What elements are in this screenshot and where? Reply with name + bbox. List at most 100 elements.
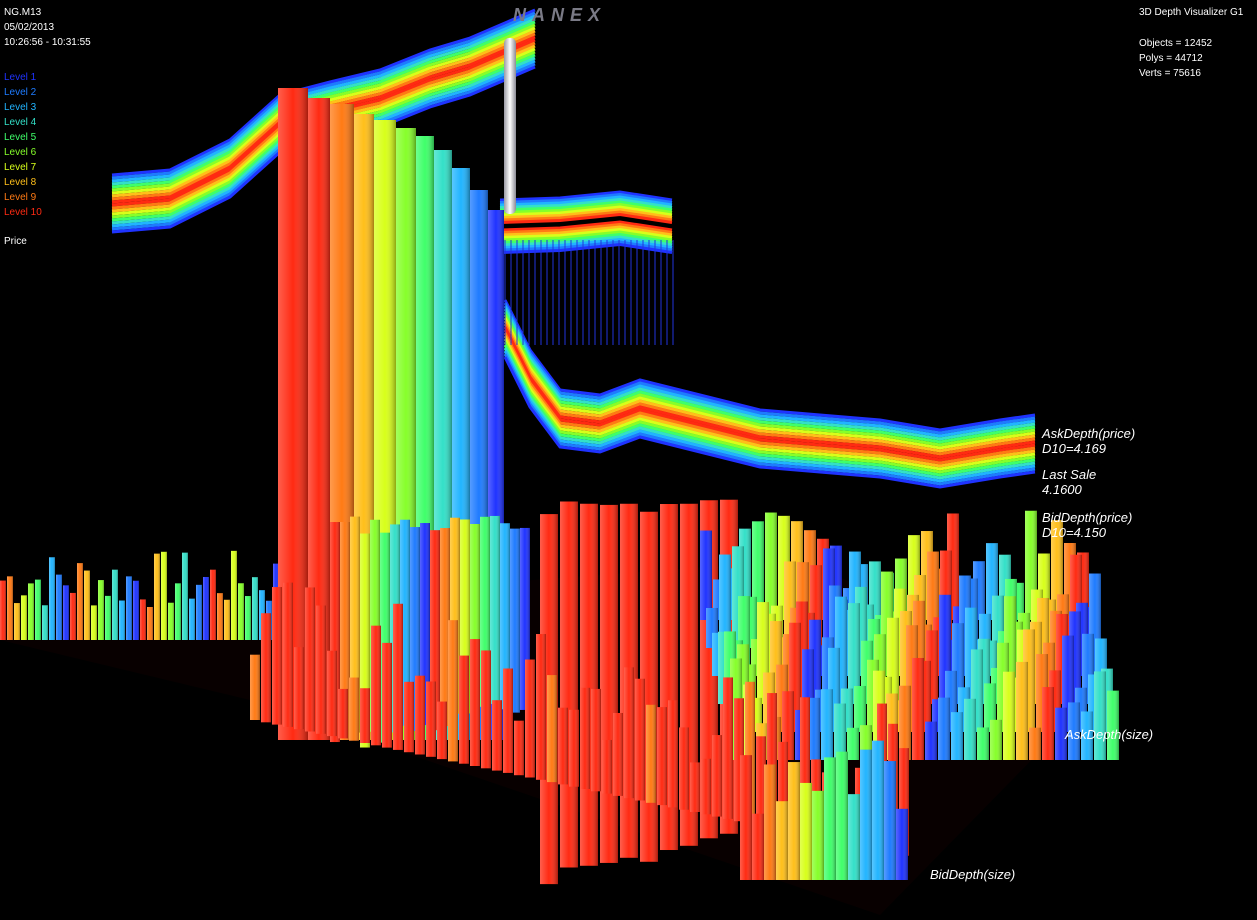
depth-bar-shading — [112, 569, 118, 640]
depth-bar-shading — [668, 700, 678, 808]
depth-bar-shading — [217, 593, 223, 640]
depth-bar-shading — [147, 606, 153, 640]
depth-bar-shading — [316, 605, 326, 734]
depth-bar-shading — [1029, 727, 1041, 760]
ask-depth-size-label: AskDepth(size) — [1065, 727, 1154, 742]
depth-bar-shading — [776, 801, 788, 880]
depth-bar-shading — [305, 587, 315, 732]
level-legend-item: Level 10 — [4, 207, 42, 218]
level-legend-item: Level 5 — [4, 132, 37, 143]
depth-bar-shading — [1042, 687, 1054, 760]
depth-bar-shading — [459, 655, 469, 764]
ask-depth-price-label: AskDepth(price) — [1042, 426, 1136, 441]
depth-bar-shading — [490, 515, 500, 704]
depth-bar-shading — [84, 570, 90, 640]
depth-bar-shading — [49, 557, 55, 640]
depth-bar-shading — [196, 584, 202, 640]
depth-bar-shading — [712, 735, 722, 817]
depth-bar-shading — [580, 503, 598, 866]
depth-bar-shading — [525, 659, 535, 778]
depth-bar-shading — [261, 613, 271, 723]
level-legend-item: Level 9 — [4, 192, 37, 203]
depth-bar-shading — [98, 580, 104, 640]
depth-bar-shading — [56, 574, 62, 640]
level-legend-item: Level 4 — [4, 117, 37, 128]
ask-depth-price-annotation: AskDepth(price) D10=4.169 — [1042, 426, 1135, 456]
bid-depth-size-label: BidDepth(size) — [930, 867, 1016, 882]
level-legend-item: Level 3 — [4, 102, 37, 113]
depth-bar-shading — [602, 739, 612, 794]
depth-bar-shading — [119, 600, 125, 640]
depth-bar-shading — [168, 602, 174, 640]
depth-bar-shading — [536, 634, 546, 780]
depth-bar-shading — [252, 577, 258, 640]
polys-count: Polys = 44712 — [1139, 53, 1203, 64]
depth-bar-shading — [547, 675, 557, 783]
header-left: NG.M13 05/02/2013 10:26:56 - 10:31:55 — [4, 5, 91, 50]
app-title: 3D Depth Visualizer G1 — [1139, 7, 1244, 18]
depth-bar-shading — [371, 625, 381, 746]
depth-bar-shading — [63, 585, 69, 640]
depth-bar-shading — [824, 757, 836, 880]
depth-bar-shading — [701, 758, 711, 815]
depth-bar-shading — [283, 582, 293, 727]
depth-bar-shading — [1003, 671, 1015, 760]
symbol-text: NG.M13 — [4, 7, 42, 18]
level-legend: Level 1 Level 2 Level 3 Level 4 Level 5 Level… — [4, 70, 42, 220]
depth-bar-shading — [700, 530, 712, 620]
last-sale-column — [504, 38, 516, 214]
ask-d10-value: D10=4.169 — [1042, 441, 1106, 456]
depth-bar-shading — [800, 782, 812, 880]
level-legend-item: Level 1 — [4, 72, 37, 83]
depth-bar-shading — [912, 657, 924, 760]
depth-bar-shading — [140, 599, 146, 640]
depth-bar-shading — [834, 703, 846, 760]
depth-bar-shading — [884, 761, 896, 880]
depth-bar-shading — [133, 580, 139, 640]
depth-bar-shading — [210, 569, 216, 640]
depth-bar-shading — [481, 650, 491, 769]
depth-bar-shading — [723, 677, 733, 819]
depth-bar-shading — [238, 583, 244, 640]
depth-bar-shading — [764, 764, 776, 880]
depth-bar-shading — [558, 707, 568, 785]
depth-bar-shading — [690, 762, 700, 812]
depth-bar-shading — [182, 552, 188, 640]
depth-bar-shading — [224, 599, 230, 640]
depth-bar-shading — [7, 576, 13, 640]
depth-bar-shading — [569, 709, 579, 787]
depth-bar-shading — [580, 687, 590, 789]
depth-bar-shading — [470, 639, 480, 766]
depth-bar-shading — [635, 678, 645, 801]
depth-bar-shading — [175, 583, 181, 640]
bid-depth-price-label: BidDepth(price) — [1042, 510, 1133, 525]
depth-bar-shading — [977, 727, 989, 760]
objects-count: Objects = 12452 — [1139, 38, 1213, 49]
depth-bar-shading — [91, 605, 97, 640]
depth-bar-shading — [740, 755, 752, 880]
depth-bar-shading — [492, 700, 502, 771]
depth-bar-shading — [189, 598, 195, 640]
depth-bar-shading — [231, 550, 237, 640]
depth-bar-shading — [0, 580, 6, 640]
depth-bar-shading — [294, 647, 304, 730]
nanex-logo: NANEX — [513, 5, 607, 25]
depth-bar-shading — [600, 504, 618, 863]
bid-depth-price-annotation: BidDepth(price) D10=4.150 — [1042, 510, 1132, 540]
bid-d10-value: D10=4.150 — [1042, 525, 1106, 540]
depth-bar-shading — [349, 677, 359, 741]
depth-bar-shading — [1094, 671, 1106, 760]
depth-bar-shading — [327, 650, 337, 737]
depth-3d-scene — [0, 8, 1119, 915]
level-legend-item: Level 7 — [4, 162, 37, 173]
depth-bar-shading — [21, 595, 27, 640]
depth-bar-shading — [360, 688, 370, 743]
depth-bar-shading — [925, 721, 937, 760]
depth-bar-shading — [437, 701, 447, 760]
depth-bar-shading — [503, 668, 513, 773]
depth-bar-shading — [105, 595, 111, 640]
depth-bar-shading — [514, 720, 524, 776]
depth-bar-shading — [14, 603, 20, 640]
depth-bar-shading — [126, 576, 132, 640]
date-text: 05/02/2013 — [4, 22, 55, 33]
